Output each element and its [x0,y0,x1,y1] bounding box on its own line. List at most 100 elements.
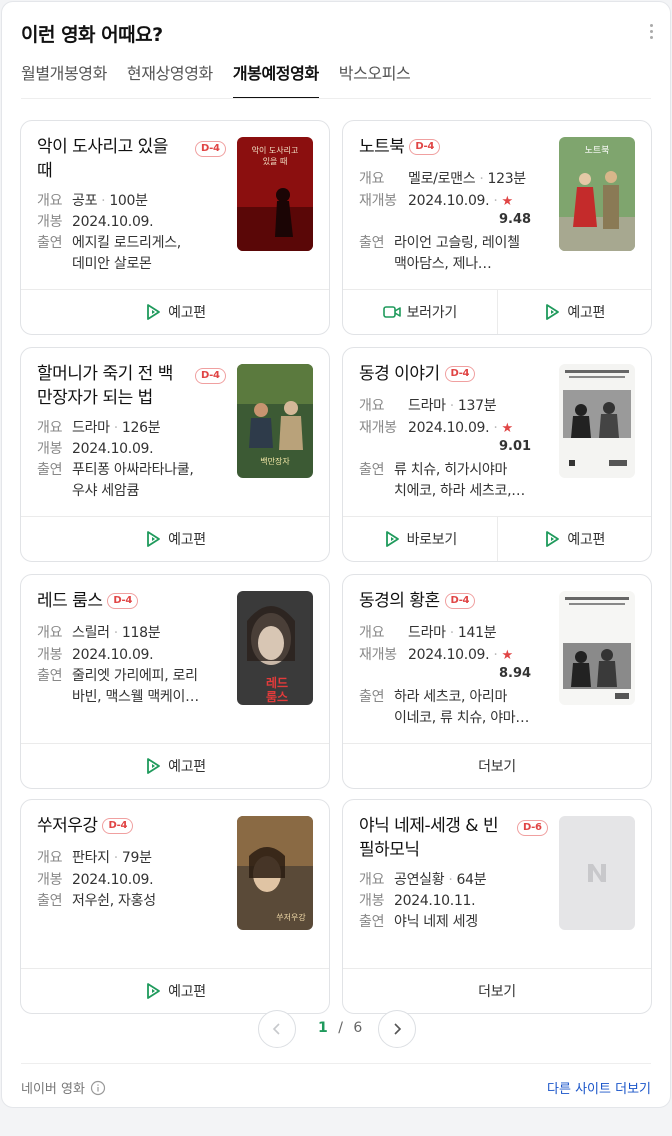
more-options-icon[interactable] [650,24,654,40]
play-icon [546,531,560,547]
label-cast: 출연 [359,914,385,930]
info-icon[interactable] [90,1080,106,1096]
more-button[interactable]: 더보기 [343,969,651,1013]
title-line: 레드 룸스 [37,591,103,611]
cast-line: 이네코, 류 치슈, 야마… [394,710,530,726]
release-date: 2024.10.09. [72,872,154,888]
play-icon [147,983,161,999]
title-line: 때 [37,161,53,181]
movie-card: 동경 이야기 D-4 개요 드라마 · 137분 재개봉 2024.10.09. · ★… [342,347,652,562]
card-actions: 예고편 [21,516,329,561]
star-icon: ★ [501,648,513,663]
movie-poster[interactable]: 노트북 [559,137,635,251]
play-icon [147,304,161,320]
next-page-button[interactable] [378,1010,416,1048]
button-label: 바로보기 [406,532,458,548]
title-line: 쑤저우강 [37,816,98,836]
label-genre: 개요 [37,193,63,209]
movie-poster[interactable]: 쑤저우강 [237,816,313,930]
runtime-value: 79분 [121,850,152,866]
genre-value: 드라마 [72,420,110,436]
card-actions: 더보기 [343,968,651,1013]
movie-poster[interactable] [559,591,635,705]
poster-placeholder[interactable] [559,816,635,930]
movie-poster[interactable]: 레드 룸스 [237,591,313,705]
label-cast: 출연 [37,235,63,251]
svg-text:룸스: 룸스 [266,689,288,704]
movie-title[interactable]: 노트북 D-4 [359,135,441,159]
cast-line: 하라 세츠코, 아리마 [394,689,508,705]
movie-title[interactable]: 동경의 황혼 D-4 [359,589,476,613]
release-date: 2024.10.09. [72,441,154,457]
more-button[interactable]: 더보기 [343,744,651,788]
cast-line: 야닉 네제 세겡 [394,914,478,930]
trailer-button[interactable]: 예고편 [21,517,329,561]
movie-card: 동경의 황혼 D-4 개요 드라마 · 141분 재개봉 2024.10.09. · ★… [342,574,652,789]
naver-logo-icon [588,864,606,882]
movie-card: 야닉 네제-세갱 & 빈 필하모닉 D-6 개요 공연실황 · 64분 개봉 202… [342,799,652,1014]
svg-text:노트북: 노트북 [585,145,610,156]
trailer-button[interactable]: 예고편 [21,969,329,1013]
movie-title[interactable]: 악이 도사리고 있을 때 [37,135,168,183]
tab-box-office[interactable]: 박스오피스 [339,62,411,99]
label-genre: 개요 [359,872,385,888]
label-genre: 개요 [359,625,385,641]
release-date: 2024.10.09. [408,647,490,663]
cast-line: 맥아담스, 제나… [394,256,492,272]
runtime-value: 64분 [456,872,487,888]
star-icon: ★ [501,421,513,436]
cast-line: 라이언 고슬링, 레이첼 [394,235,520,251]
svg-text:백만장자: 백만장자 [260,456,290,466]
cast-line: 줄리엣 가리에피, 로리 [72,668,198,684]
rating-score: 9.01 [499,439,532,454]
genre-value: 공연실황 [394,872,445,888]
runtime-value: 100분 [109,193,148,209]
movie-title[interactable]: 동경 이야기 D-4 [359,362,476,386]
trailer-button[interactable]: 예고편 [496,290,652,334]
movie-title[interactable]: 레드 룸스 D-4 [37,589,139,613]
label-genre: 개요 [359,398,385,414]
movie-poster[interactable] [559,364,635,478]
movie-poster[interactable]: 백만장자 [237,364,313,478]
movie-title[interactable]: 할머니가 죽기 전 백 만장자가 되는 법 [37,362,173,410]
cast-line: 에지킬 로드리게스, [72,235,181,251]
rating-score: 9.48 [499,212,532,227]
genre-value: 멜로/로맨스 [408,171,476,187]
trailer-button[interactable]: 예고편 [496,517,652,561]
label-rerelease: 재개봉 [359,647,397,663]
prev-page-button[interactable] [258,1010,296,1048]
watch-now-button[interactable]: 바로보기 [343,517,497,561]
tab-divider [21,98,651,99]
trailer-button[interactable]: 예고편 [21,290,329,334]
movie-poster[interactable]: 악이 도사리고 있을 때 [237,137,313,251]
other-sites-link[interactable]: 다른 사이트 더보기 [547,1078,651,1097]
tab-now-playing[interactable]: 현재상영영화 [127,62,213,99]
runtime-value: 137분 [457,398,497,414]
title-line: 동경의 황혼 [359,591,440,611]
runtime-value: 141분 [457,625,497,641]
watch-button[interactable]: 보러가기 [343,290,497,334]
tab-monthly-release[interactable]: 월별개봉영화 [21,62,107,99]
movie-card: 할머니가 죽기 전 백 만장자가 되는 법 D-4 개요 드라마 · 126분 개봉… [20,347,330,562]
movie-title[interactable]: 쑤저우강 D-4 [37,814,134,838]
label-rerelease: 재개봉 [359,193,397,209]
card-actions: 더보기 [343,743,651,788]
dday-badge: D-4 [409,139,441,155]
label-release: 개봉 [359,893,385,909]
release-date: 2024.10.09. [408,193,490,209]
button-label: 예고편 [168,305,206,321]
runtime-value: 118분 [121,625,161,641]
cast-line: 데미안 살로몬 [72,256,152,272]
current-page: 1 [318,1020,328,1036]
footer-source: 네이버 영화 [21,1078,106,1097]
movie-title[interactable]: 야닉 네제-세갱 & 빈 필하모닉 [359,814,499,862]
cast-line: 류 치슈, 히가시야마 [394,462,508,478]
video-camera-icon [382,306,401,318]
runtime-value: 123분 [487,171,526,187]
trailer-button[interactable]: 예고편 [21,744,329,788]
label-cast: 출연 [359,462,385,478]
widget-title: 이런 영화 어때요? [21,24,163,46]
cast-line: 치에코, 하라 세츠코,… [394,483,525,499]
tab-upcoming[interactable]: 개봉예정영화 [232,62,319,99]
button-label: 예고편 [168,759,206,775]
